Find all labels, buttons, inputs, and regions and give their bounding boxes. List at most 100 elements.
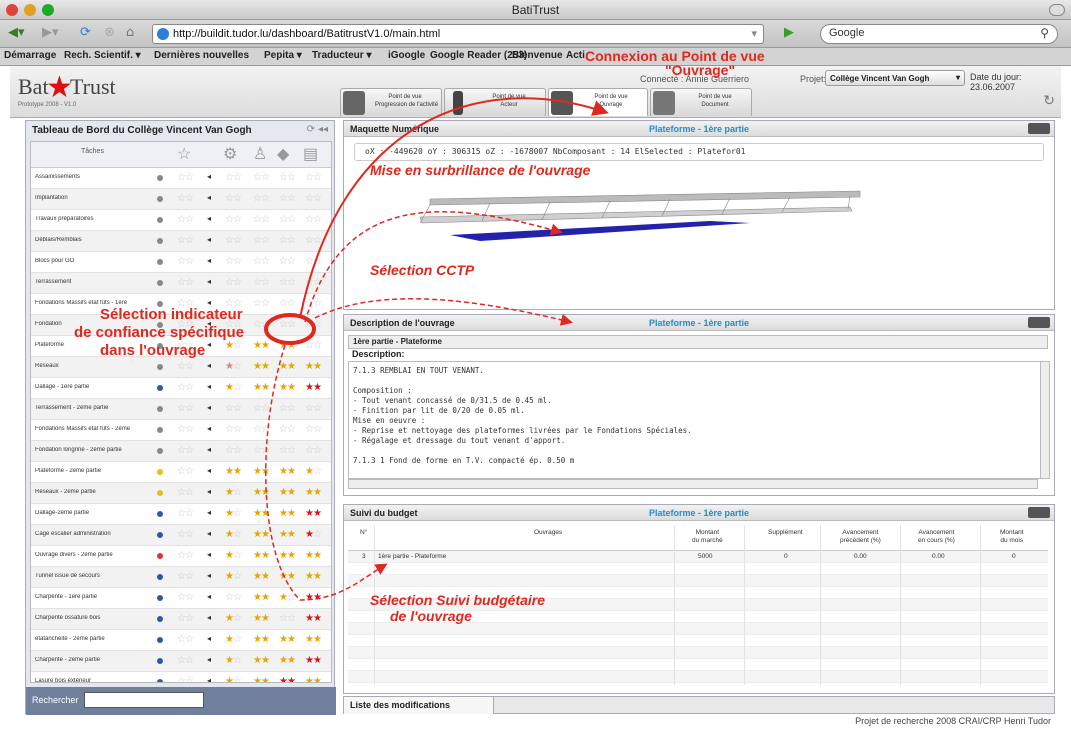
bookmark-item[interactable]: Dernières nouvelles [154, 50, 249, 61]
task-row[interactable]: Terrassement ☆☆ ◂ ☆☆ ☆☆ ☆☆ ☆☆ [31, 273, 331, 294]
refresh-icon[interactable]: ↻ [1043, 92, 1055, 109]
indicator-stars[interactable]: ☆☆ [305, 298, 322, 309]
indicator-stars[interactable]: ★★ [253, 592, 270, 603]
indicator-stars[interactable]: ☆☆ [305, 214, 322, 225]
indicator-stars[interactable]: ★★ [253, 340, 270, 351]
arrow-left-icon[interactable]: ◂ [207, 403, 211, 412]
acteur-column-icon[interactable]: ♙ [253, 144, 267, 164]
indicator-stars[interactable]: ☆☆ [279, 298, 296, 309]
indicator-stars[interactable]: ☆☆ [225, 277, 242, 288]
search-input[interactable] [84, 692, 204, 708]
indicator-stars[interactable]: ☆☆ [279, 172, 296, 183]
url-bar[interactable]: http://buildit.tudor.lu/dashboard/Batitr… [152, 24, 764, 44]
indicator-stars[interactable]: ★★ [305, 550, 322, 561]
indicator-stars[interactable]: ★★ [305, 634, 322, 645]
back-arrow-icon[interactable]: ◀▾ [8, 25, 25, 43]
tab-ouvrage[interactable]: Point de vue Ouvrage [548, 88, 648, 116]
indicator-stars[interactable]: ★★ [305, 571, 322, 582]
ouvrage-column-icon[interactable]: ◆ [277, 144, 289, 164]
indicator-stars[interactable]: ★★ [253, 655, 270, 666]
arrow-left-icon[interactable]: ◂ [207, 382, 211, 391]
project-select[interactable]: Collège Vincent Van Gogh ▾ [825, 70, 965, 86]
indicator-stars[interactable]: ★☆ [225, 655, 242, 666]
task-row[interactable]: etatanchéité - 2ème partie ☆☆ ◂ ★☆ ★★ ★★ ★★ [31, 630, 331, 651]
indicator-stars[interactable]: ★★ [253, 382, 270, 393]
indicator-stars[interactable]: ★★ [305, 613, 322, 624]
reload-icon[interactable]: ⟳ [80, 25, 91, 43]
indicator-stars[interactable]: ★☆ [225, 529, 242, 540]
task-row[interactable]: Implantation ☆☆ ◂ ☆☆ ☆☆ ☆☆ ☆☆ [31, 189, 331, 210]
indicator-stars[interactable]: ☆☆ [253, 277, 270, 288]
indicator-stars[interactable]: ★☆ [225, 382, 242, 393]
indicator-stars[interactable]: ★☆ [225, 571, 242, 582]
indicator-stars[interactable]: ☆☆ [253, 319, 270, 330]
task-row[interactable]: Lasure bois extérieur ☆☆ ◂ ★☆ ★★ ★★ ★★ [31, 672, 331, 682]
indicator-stars[interactable]: ★★ [253, 571, 270, 582]
window-controls-icon[interactable] [1028, 507, 1050, 518]
indicator-stars[interactable]: ☆☆ [253, 214, 270, 225]
indicator-stars[interactable]: ☆☆ [225, 214, 242, 225]
task-row[interactable]: Cage escalier administration ☆☆ ◂ ★☆ ★★ ★★ ★☆ [31, 525, 331, 546]
task-row[interactable]: Déblais/Remblais ☆☆ ◂ ☆☆ ☆☆ ☆☆ ☆☆ [31, 231, 331, 252]
tab-document[interactable]: Point de vue Document [650, 88, 752, 116]
indicator-stars[interactable]: ☆☆ [225, 172, 242, 183]
confidence-stars[interactable]: ☆☆ [177, 592, 194, 603]
indicator-stars[interactable]: ☆☆ [279, 277, 296, 288]
arrow-left-icon[interactable]: ◂ [207, 445, 211, 454]
toolbar-toggle-button[interactable] [1049, 4, 1065, 16]
arrow-left-icon[interactable]: ◂ [207, 277, 211, 286]
indicator-stars[interactable]: ☆☆ [279, 613, 296, 624]
arrow-left-icon[interactable]: ◂ [207, 193, 211, 202]
window-controls-icon[interactable] [1028, 317, 1050, 328]
indicator-stars[interactable]: ★☆ [225, 508, 242, 519]
task-row[interactable]: Charpente ossature bois ☆☆ ◂ ★☆ ★★ ☆☆ ★★ [31, 609, 331, 630]
indicator-stars[interactable]: ☆☆ [279, 214, 296, 225]
confidence-stars[interactable]: ☆☆ [177, 529, 194, 540]
arrow-left-icon[interactable]: ◂ [207, 571, 211, 580]
confidence-stars[interactable]: ☆☆ [177, 172, 194, 183]
arrow-left-icon[interactable]: ◂ [207, 550, 211, 559]
google-search-input[interactable]: Google ⚲ [820, 24, 1058, 44]
confidence-stars[interactable]: ☆☆ [177, 445, 194, 456]
indicator-stars[interactable]: ★☆ [279, 592, 296, 603]
indicator-stars[interactable]: ★★ [279, 634, 296, 645]
confidence-stars[interactable]: ☆☆ [177, 382, 194, 393]
task-row[interactable]: Assainissements ☆☆ ◂ ☆☆ ☆☆ ☆☆ ☆☆ [31, 168, 331, 189]
confidence-stars[interactable]: ☆☆ [177, 550, 194, 561]
indicator-stars[interactable]: ★★ [279, 571, 296, 582]
confidence-stars[interactable]: ☆☆ [177, 676, 194, 682]
description-text[interactable]: 7.1.3 REMBLAI EN TOUT VENANT. Compositio… [348, 361, 1042, 479]
indicator-stars[interactable]: ★★ [279, 550, 296, 561]
indicator-stars[interactable]: ★★ [279, 676, 296, 682]
stop-icon[interactable]: ⊗ [104, 25, 115, 43]
indicator-stars[interactable]: ★☆ [305, 466, 322, 477]
arrow-left-icon[interactable]: ◂ [207, 529, 211, 538]
indicator-stars[interactable]: ★☆ [225, 613, 242, 624]
indicator-stars[interactable]: ☆☆ [305, 256, 322, 267]
arrow-left-icon[interactable]: ◂ [207, 634, 211, 643]
indicator-stars[interactable]: ☆☆ [253, 424, 270, 435]
indicator-stars[interactable]: ★★ [305, 676, 322, 682]
indicator-stars[interactable]: ★☆ [225, 487, 242, 498]
arrow-left-icon[interactable]: ◂ [207, 466, 211, 475]
task-row[interactable]: Dallage - 1ère partie ☆☆ ◂ ★☆ ★★ ★★ ★★ [31, 378, 331, 399]
confidence-stars[interactable]: ☆☆ [177, 508, 194, 519]
tab-acteur[interactable]: Point de vue Acteur [444, 88, 546, 116]
panel-options-icon[interactable]: ⟳ ◂◂ [307, 124, 328, 135]
confidence-stars[interactable]: ☆☆ [177, 193, 194, 204]
indicator-stars[interactable]: ★★ [279, 382, 296, 393]
arrow-left-icon[interactable]: ◂ [207, 361, 211, 370]
indicator-stars[interactable]: ☆☆ [279, 235, 296, 246]
indicator-stars[interactable]: ★★ [253, 613, 270, 624]
bookmark-item[interactable]: Démarrage [4, 50, 56, 61]
window-controls-icon[interactable] [1028, 123, 1050, 134]
confidence-stars[interactable]: ☆☆ [177, 571, 194, 582]
indicator-stars[interactable]: ☆☆ [253, 403, 270, 414]
indicator-stars[interactable]: ★★ [225, 466, 242, 477]
arrow-left-icon[interactable]: ◂ [207, 592, 211, 601]
indicator-stars[interactable]: ☆☆ [225, 424, 242, 435]
task-row[interactable]: Terrassement - 2ème partie ☆☆ ◂ ☆☆ ☆☆ ☆☆ ☆☆ [31, 399, 331, 420]
indicator-stars[interactable]: ★☆ [225, 676, 242, 682]
indicator-stars[interactable]: ☆☆ [305, 403, 322, 414]
indicator-stars[interactable]: ☆☆ [253, 445, 270, 456]
